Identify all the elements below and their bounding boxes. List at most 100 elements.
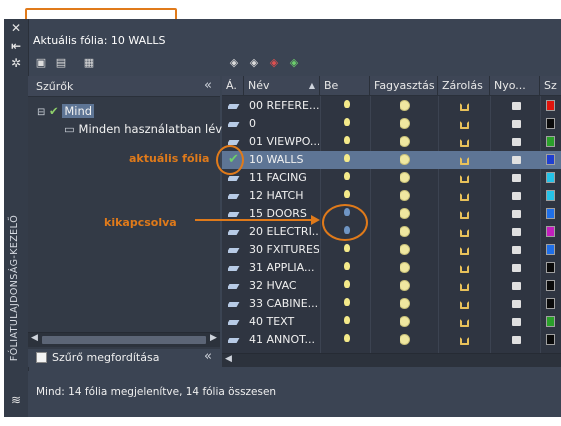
lightbulb-on-icon[interactable] [344, 172, 350, 180]
new-layer-icon[interactable]: ◈ [227, 57, 241, 69]
layer-name[interactable]: 32 HVAC [249, 277, 319, 295]
printer-icon[interactable] [512, 246, 521, 254]
tree-node-all[interactable]: ⊟ ✔ Mind [37, 104, 95, 118]
printer-icon[interactable] [512, 210, 521, 218]
layer-row[interactable]: 30 FXITURES [222, 241, 561, 259]
color-swatch[interactable] [546, 262, 555, 273]
printer-icon[interactable] [512, 120, 521, 128]
color-swatch[interactable] [546, 118, 555, 129]
thaw-sun-icon[interactable] [400, 155, 409, 164]
settings-icon[interactable]: ✲ [4, 56, 28, 70]
set-current-icon[interactable]: ◈ [287, 57, 301, 69]
printer-icon[interactable] [512, 318, 521, 326]
color-swatch[interactable] [546, 334, 555, 345]
unlocked-padlock-icon[interactable] [460, 319, 469, 327]
lightbulb-on-icon[interactable] [344, 100, 350, 108]
thaw-sun-icon[interactable] [400, 191, 409, 200]
printer-icon[interactable] [512, 174, 521, 182]
lightbulb-on-icon[interactable] [344, 334, 350, 342]
scroll-left-icon[interactable]: ◀ [31, 333, 38, 343]
column-header-lock[interactable]: Zárolás [438, 76, 490, 96]
layer-row[interactable]: 11 FACING [222, 169, 561, 187]
lightbulb-on-icon[interactable] [344, 316, 350, 324]
unlocked-padlock-icon[interactable] [460, 337, 469, 345]
printer-icon[interactable] [512, 336, 521, 344]
new-filter-icon[interactable]: ▣ [34, 57, 48, 69]
lightbulb-on-icon[interactable] [344, 154, 350, 162]
layer-row[interactable]: 41 ANNOT... [222, 331, 561, 349]
color-swatch[interactable] [546, 316, 555, 327]
color-swatch[interactable] [546, 244, 555, 255]
printer-icon[interactable] [512, 138, 521, 146]
layer-row[interactable]: 33 CABINE... [222, 295, 561, 313]
layer-row[interactable]: 40 TEXT [222, 313, 561, 331]
printer-icon[interactable] [512, 192, 521, 200]
filters-scroll-thumb[interactable] [42, 336, 206, 344]
column-header-color[interactable]: Sz [540, 76, 561, 96]
printer-icon[interactable] [512, 282, 521, 290]
lightbulb-on-icon[interactable] [344, 190, 350, 198]
grid-horizontal-scrollbar[interactable]: ◀ [222, 353, 561, 367]
layer-name[interactable]: 00 REFERE... [249, 97, 319, 115]
unlocked-padlock-icon[interactable] [460, 103, 469, 111]
layer-name[interactable]: 01 VIEWPO... [249, 133, 319, 151]
unlocked-padlock-icon[interactable] [460, 193, 469, 201]
layer-name[interactable]: 0 [249, 115, 319, 133]
layer-row[interactable]: ✔ 10 WALLS [222, 151, 561, 169]
column-header-status[interactable]: Á. [222, 76, 244, 96]
scroll-right-icon[interactable]: ▶ [210, 333, 217, 343]
thaw-sun-icon[interactable] [400, 227, 409, 236]
thaw-sun-icon[interactable] [400, 245, 409, 254]
unlocked-padlock-icon[interactable] [460, 121, 469, 129]
unlocked-padlock-icon[interactable] [460, 211, 469, 219]
printer-icon[interactable] [512, 102, 521, 110]
lightbulb-on-icon[interactable] [344, 244, 350, 252]
thaw-sun-icon[interactable] [400, 281, 409, 290]
layer-name[interactable]: 10 WALLS [249, 151, 319, 169]
printer-icon[interactable] [512, 156, 521, 164]
pin-icon[interactable]: ⇤ [4, 39, 28, 53]
column-header-freeze[interactable]: Fagyasztás [370, 76, 438, 96]
layer-states-icon[interactable]: ▦ [82, 57, 96, 69]
thaw-sun-icon[interactable] [400, 209, 409, 218]
unlocked-padlock-icon[interactable] [460, 247, 469, 255]
filters-horizontal-scrollbar[interactable]: ◀ ▶ [28, 332, 220, 347]
collapse-panel-icon[interactable]: « [204, 349, 212, 364]
delete-layer-icon[interactable]: ◈ [267, 57, 281, 69]
color-swatch[interactable] [546, 280, 555, 291]
printer-icon[interactable] [512, 264, 521, 272]
tree-expand-icon[interactable]: ⊟ [37, 107, 45, 118]
lightbulb-on-icon[interactable] [344, 280, 350, 288]
layer-name[interactable]: 40 TEXT [249, 313, 319, 331]
thaw-sun-icon[interactable] [400, 299, 409, 308]
layer-row[interactable]: 01 VIEWPO... [222, 133, 561, 151]
unlocked-padlock-icon[interactable] [460, 301, 469, 309]
thaw-sun-icon[interactable] [400, 317, 409, 326]
unlocked-padlock-icon[interactable] [460, 265, 469, 273]
layer-row[interactable]: 0 [222, 115, 561, 133]
collapse-filters-icon[interactable]: « [204, 78, 212, 93]
tree-node-all-used[interactable]: ▭ Minden használatban lév [64, 122, 222, 136]
thaw-sun-icon[interactable] [400, 101, 409, 110]
layer-row[interactable]: 31 APPLIA... [222, 259, 561, 277]
column-header-plot[interactable]: Nyo... [490, 76, 540, 96]
unlocked-padlock-icon[interactable] [460, 229, 469, 237]
layer-row[interactable]: 12 HATCH [222, 187, 561, 205]
new-layer-vp-frozen-icon[interactable]: ◈ [247, 57, 261, 69]
layer-name[interactable]: 33 CABINE... [249, 295, 319, 313]
color-swatch[interactable] [546, 190, 555, 201]
unlocked-padlock-icon[interactable] [460, 157, 469, 165]
unlocked-padlock-icon[interactable] [460, 175, 469, 183]
unlocked-padlock-icon[interactable] [460, 139, 469, 147]
color-swatch[interactable] [546, 154, 555, 165]
invert-filter-checkbox[interactable] [36, 352, 47, 363]
layer-row[interactable]: 00 REFERE... [222, 97, 561, 115]
color-swatch[interactable] [546, 208, 555, 219]
unlocked-padlock-icon[interactable] [460, 283, 469, 291]
layer-name[interactable]: 11 FACING [249, 169, 319, 187]
layer-name[interactable]: 12 HATCH [249, 187, 319, 205]
color-swatch[interactable] [546, 172, 555, 183]
color-swatch[interactable] [546, 136, 555, 147]
column-header-name[interactable]: Név ▲ [244, 76, 320, 96]
thaw-sun-icon[interactable] [400, 335, 409, 344]
